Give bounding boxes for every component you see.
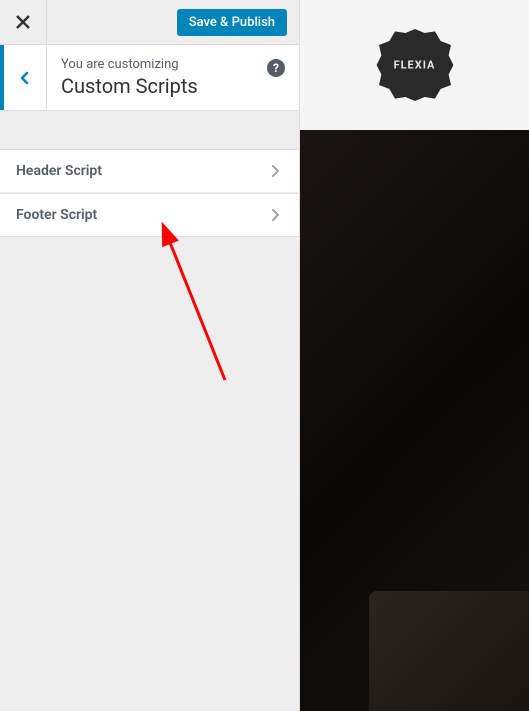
close-button[interactable] xyxy=(0,0,47,44)
preview-pane: FLEXIA xyxy=(300,0,529,711)
preview-body xyxy=(300,130,529,711)
section-footer-script[interactable]: Footer Script xyxy=(0,193,299,237)
chevron-right-icon xyxy=(267,207,283,223)
customizing-label: You are customizing xyxy=(61,57,285,72)
section-gap xyxy=(0,111,299,149)
close-icon xyxy=(16,15,30,29)
panel-title: Custom Scripts xyxy=(61,74,285,98)
chevron-left-icon xyxy=(17,70,33,86)
site-logo: FLEXIA xyxy=(375,25,455,105)
section-label: Footer Script xyxy=(16,207,97,223)
panel-header: You are customizing Custom Scripts ? xyxy=(0,45,299,111)
section-header-script[interactable]: Header Script xyxy=(0,149,299,193)
chevron-right-icon xyxy=(267,163,283,179)
top-bar-actions: Save & Publish xyxy=(47,0,299,44)
section-label: Header Script xyxy=(16,163,102,179)
back-button[interactable] xyxy=(0,45,47,110)
save-publish-button[interactable]: Save & Publish xyxy=(177,9,287,36)
top-bar: Save & Publish xyxy=(0,0,299,45)
customizer-sidebar: Save & Publish You are customizing Custo… xyxy=(0,0,300,711)
help-icon[interactable]: ? xyxy=(267,59,285,77)
preview-header: FLEXIA xyxy=(300,0,529,130)
logo-text: FLEXIA xyxy=(394,59,436,72)
annotation-arrow xyxy=(155,220,235,390)
panel-header-content: You are customizing Custom Scripts ? xyxy=(47,45,299,110)
